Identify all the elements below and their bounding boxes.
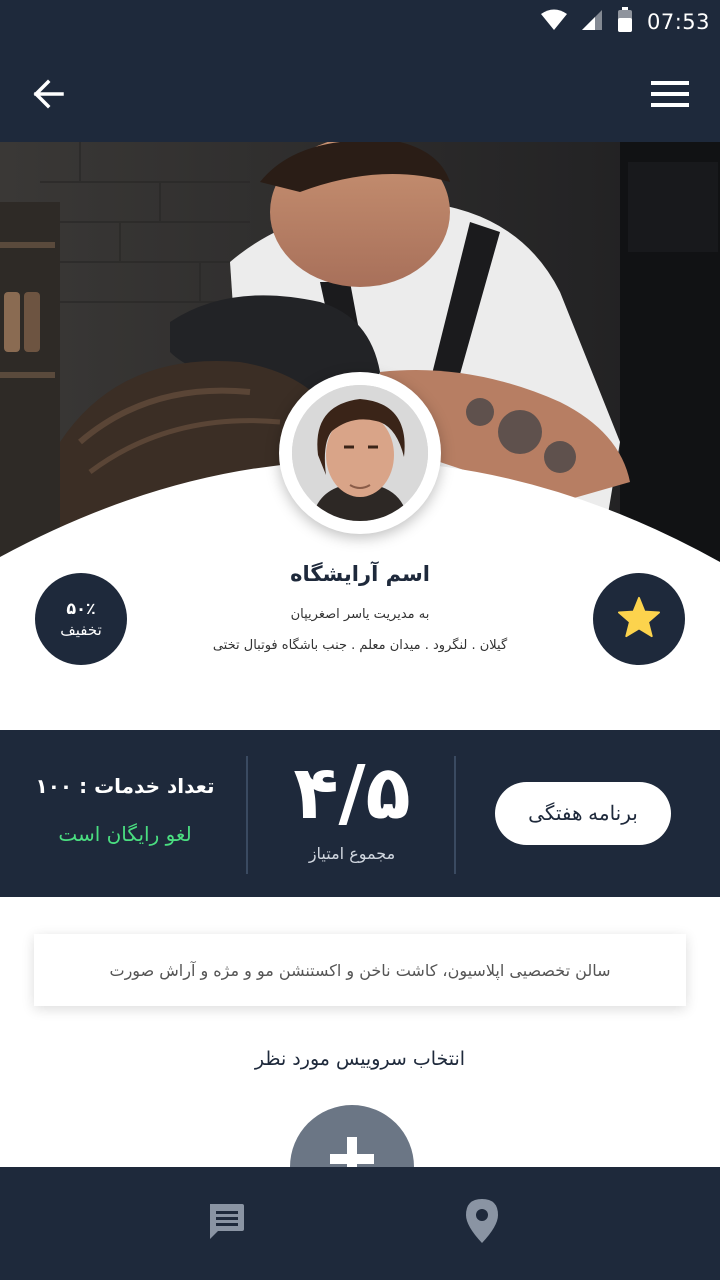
wifi-icon: [540, 9, 567, 35]
discount-percent: ۵۰٪: [66, 599, 96, 618]
back-button[interactable]: [26, 74, 70, 118]
discount-badge: ۵۰٪ تخفیف: [35, 573, 127, 665]
stats-divider: [454, 756, 456, 874]
salon-name: اسم آرایشگاه: [290, 562, 430, 586]
select-service-title: انتخاب سروییس مورد نظر: [254, 1048, 466, 1070]
stats-divider: [246, 756, 248, 874]
status-time: 07:53: [646, 10, 710, 34]
description-card: سالن تخصصیی اپلاسیون، کاشت ناخن و اکستنش…: [34, 934, 686, 1006]
free-cancel-text: لغو رایگان است: [58, 822, 192, 846]
nav-location-button[interactable]: [458, 1197, 506, 1249]
star-icon: [617, 596, 661, 642]
weekly-schedule-button[interactable]: برنامه هفتگی: [495, 782, 671, 845]
rating-value: ۴/۵: [293, 750, 411, 836]
battery-icon: [617, 7, 633, 37]
arrow-left-icon: [32, 79, 64, 113]
avatar: [279, 372, 441, 534]
avatar-image: [292, 385, 428, 521]
stats-bar: تعداد خدمات : ۱۰۰ لغو رایگان است ۴/۵ مجم…: [0, 730, 720, 897]
services-count: تعداد خدمات : ۱۰۰: [35, 774, 215, 798]
signal-icon: [581, 9, 603, 35]
location-pin-icon: [465, 1198, 499, 1248]
favorite-button[interactable]: [593, 573, 685, 665]
salon-address: گیلان . لنگرود . میدان معلم . جنب باشگاه…: [212, 638, 508, 653]
salon-manager: به مدیریت یاسر اصغریپان: [290, 607, 430, 622]
chat-icon: [206, 1201, 246, 1245]
status-bar: 07:53: [0, 0, 720, 44]
nav-chat-button[interactable]: [202, 1199, 250, 1247]
app-bar: [0, 44, 720, 142]
hamburger-menu-icon: [651, 80, 689, 112]
description-text: سالن تخصصیی اپلاسیون، کاشت ناخن و اکستنش…: [109, 960, 611, 980]
menu-button[interactable]: [646, 74, 694, 118]
discount-label: تخفیف: [60, 621, 102, 639]
bottom-navigation: [0, 1167, 720, 1280]
rating-label: مجموع امتیاز: [308, 844, 396, 863]
